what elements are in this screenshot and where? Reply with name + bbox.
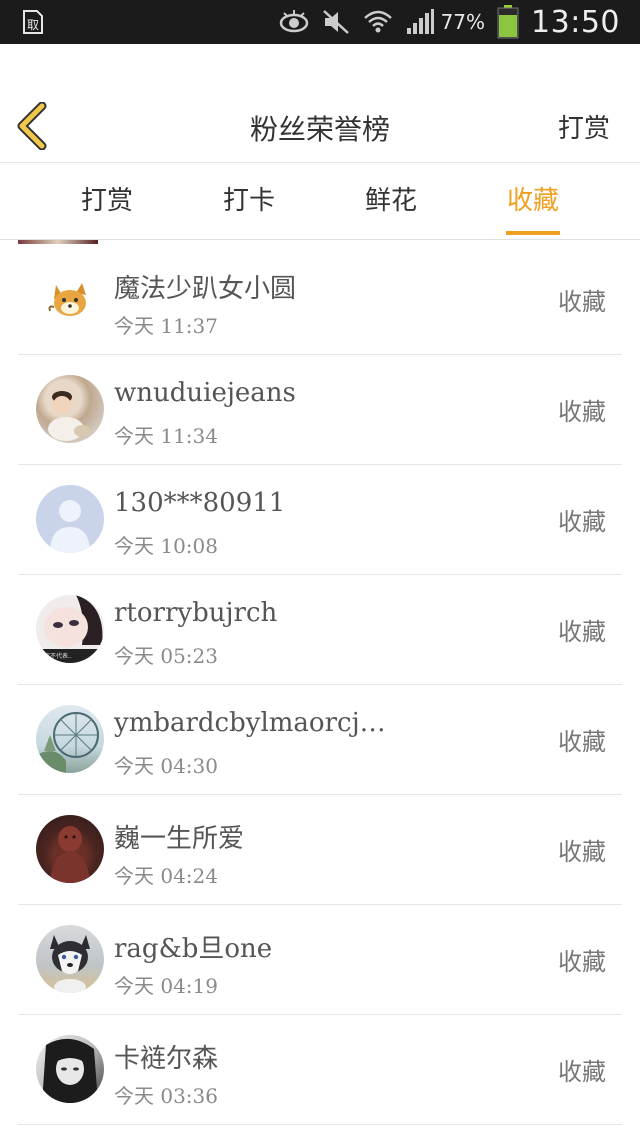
svg-text:取: 取 <box>27 18 39 32</box>
tab-tip[interactable]: 打赏 <box>36 163 178 239</box>
timestamp: 今天 04:24 <box>114 864 218 888</box>
list-item[interactable]: 家不代表.. rtorrybujrch 今天 05:23 收藏 <box>18 574 622 685</box>
status-bar: 取 77% 13:50 <box>0 0 640 44</box>
tab-label: 收藏 <box>506 186 559 216</box>
tab-checkin[interactable]: 打卡 <box>178 163 320 239</box>
action-label: 收藏 <box>558 398 606 426</box>
user-name: rtorrybujrch <box>114 598 278 628</box>
sim-card-icon: 取 <box>23 10 43 34</box>
timestamp: 今天 11:37 <box>114 314 218 338</box>
timestamp: 今天 11:34 <box>114 424 218 448</box>
tab-flowers[interactable]: 鲜花 <box>320 163 462 239</box>
action-label: 收藏 <box>558 508 606 536</box>
list-item[interactable]: 卡裢尔森 今天 03:36 收藏 <box>18 1014 622 1125</box>
active-tab-indicator <box>506 231 560 235</box>
page-title: 粉丝荣誉榜 <box>249 113 390 146</box>
signal-icon <box>406 9 434 34</box>
action-label: 收藏 <box>558 1058 606 1086</box>
timestamp: 今天 03:36 <box>114 1084 218 1108</box>
user-name: 巍一生所爱 <box>114 824 245 854</box>
action-label: 收藏 <box>558 288 606 316</box>
timestamp: 今天 10:08 <box>114 534 218 558</box>
girl-bw-photo <box>36 1035 104 1103</box>
action-label: 收藏 <box>558 948 606 976</box>
list-item[interactable]: 130***80911 今天 10:08 收藏 <box>18 464 622 575</box>
timestamp: 今天 04:30 <box>114 754 218 778</box>
user-name: 魔法少趴女小圆 <box>114 274 297 304</box>
action-label: 收藏 <box>558 618 606 646</box>
girl-face-photo: 家不代表.. <box>36 595 104 663</box>
husky-dog-photo <box>36 925 104 993</box>
eye-icon <box>279 10 308 33</box>
shiba-dog-icon <box>36 265 104 333</box>
action-label: 收藏 <box>558 838 606 866</box>
action-label: 收藏 <box>558 728 606 756</box>
list-item[interactable]: 巍一生所爱 今天 04:24 收藏 <box>18 794 622 905</box>
user-name: wnuduiejeans <box>114 378 296 408</box>
timestamp: 今天 04:19 <box>114 974 218 998</box>
list-item[interactable]: ymbardcbylmaorcj… 今天 04:30 收藏 <box>18 684 622 795</box>
tab-label: 鲜花 <box>364 186 417 216</box>
timestamp: 今天 05:23 <box>114 644 218 668</box>
statue-photo <box>36 815 104 883</box>
fan-list[interactable]: 魔法少趴女小圆 今天 11:37 收藏 wnuduiejeans 今天 11:3… <box>0 240 640 1138</box>
list-item[interactable]: wnuduiejeans 今天 11:34 收藏 <box>18 354 622 465</box>
wifi-icon <box>363 10 392 33</box>
clock: 13:50 <box>531 4 620 40</box>
mute-icon <box>322 10 349 34</box>
tab-label: 打赏 <box>80 186 133 216</box>
battery-icon <box>497 5 519 39</box>
user-name: rag&b旦one <box>114 934 273 964</box>
list-item[interactable]: 魔法少趴女小圆 今天 11:37 收藏 <box>18 244 622 355</box>
tab-label: 打卡 <box>222 186 275 216</box>
tab-favorites[interactable]: 收藏 <box>462 163 604 239</box>
ferris-wheel-photo <box>36 705 104 773</box>
svg-text:家不代表..: 家不代表.. <box>44 652 72 660</box>
default-user-icon <box>36 485 104 553</box>
list-item[interactable]: rag&b旦one 今天 04:19 收藏 <box>18 904 622 1015</box>
user-name: 卡裢尔森 <box>114 1044 219 1074</box>
user-name: ymbardcbylmaorcj… <box>114 708 386 738</box>
baby-photo <box>36 375 104 443</box>
user-name: 130***80911 <box>114 488 286 518</box>
tab-bar: 打赏 打卡 鲜花 收藏 <box>0 163 640 240</box>
tip-button[interactable]: 打赏 <box>558 108 610 145</box>
battery-percent: 77% <box>440 10 486 34</box>
app-header: 粉丝荣誉榜 打赏 <box>0 44 640 163</box>
